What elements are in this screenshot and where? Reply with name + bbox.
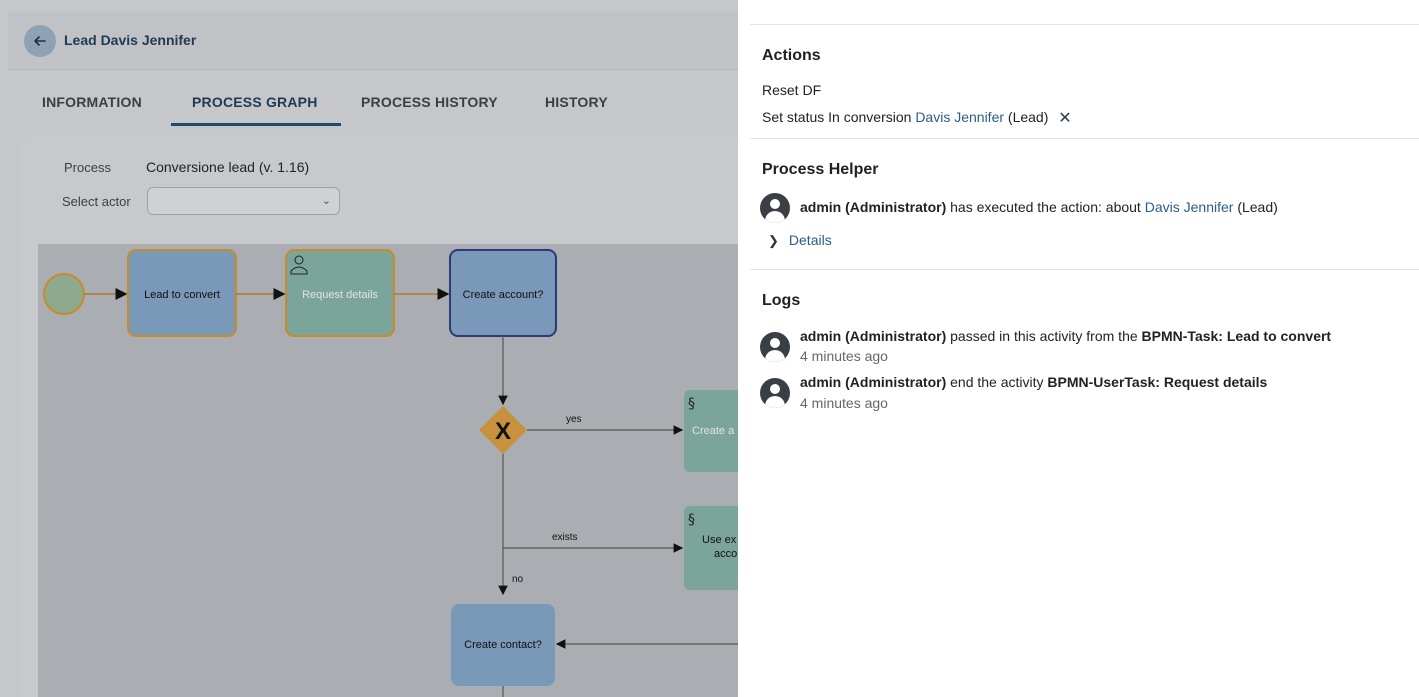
- log-target: BPMN-Task: Lead to convert: [1141, 328, 1332, 344]
- actions-title: Actions: [762, 47, 821, 64]
- details-toggle[interactable]: ❯ Details: [768, 232, 832, 249]
- tab-process-graph[interactable]: PROCESS GRAPH: [192, 74, 318, 126]
- tab-process-history[interactable]: PROCESS HISTORY: [361, 74, 498, 126]
- record-title: Lead Davis Jennifer: [64, 32, 197, 48]
- helper-lead-link[interactable]: Davis Jennifer: [1145, 199, 1234, 215]
- task-request-details-label: Request details: [302, 289, 378, 301]
- logs-title: Logs: [762, 292, 801, 309]
- edge-no-label: no: [512, 574, 524, 585]
- task-create-account-label: Create account?: [463, 289, 544, 301]
- set-status-text: Set status In conversion: [762, 109, 912, 125]
- script-task-icon: §: [688, 396, 695, 412]
- helper-suffix: (Lead): [1237, 199, 1278, 215]
- side-panel: Actions Reset DF Set status In conversio…: [738, 0, 1419, 697]
- close-icon[interactable]: ✕: [1058, 108, 1071, 128]
- edge-exists-label: exists: [552, 532, 578, 543]
- task-lead-to-convert-label: Lead to convert: [144, 289, 220, 301]
- lead-link[interactable]: Davis Jennifer: [915, 109, 1004, 125]
- script-task-icon: §: [688, 512, 695, 528]
- task-create-contact-label: Create contact?: [464, 639, 542, 651]
- helper-text: has executed the action: about: [950, 199, 1141, 215]
- set-status-suffix: (Lead): [1007, 109, 1049, 125]
- select-actor-label: Select actor: [62, 194, 131, 209]
- log-text: end the activity: [950, 374, 1044, 390]
- divider: [750, 24, 1419, 25]
- tab-bar: INFORMATION PROCESS GRAPH PROCESS HISTOR…: [8, 74, 738, 130]
- main-app-area: Lead Davis Jennifer INFORMATION PROCESS …: [0, 0, 738, 697]
- chevron-down-icon: ⌄: [321, 195, 331, 207]
- log-user: admin (Administrator): [800, 328, 947, 344]
- process-helper-title: Process Helper: [762, 161, 879, 178]
- details-label: Details: [788, 232, 832, 248]
- task-use-existing-label-1: Use ex: [702, 534, 737, 546]
- task-use-existing-label-2: acco: [714, 548, 737, 560]
- start-event[interactable]: [43, 273, 85, 315]
- chevron-right-icon: ❯: [768, 233, 779, 248]
- helper-message: admin (Administrator) has executed the a…: [800, 199, 1278, 215]
- log-target: BPMN-UserTask: Request details: [1047, 374, 1268, 390]
- log-timestamp: 4 minutes ago: [800, 348, 888, 364]
- process-label: Process: [64, 160, 111, 175]
- gateway-x-icon: X: [495, 418, 511, 445]
- action-set-status[interactable]: Set status In conversion Davis Jennifer …: [762, 108, 1072, 128]
- action-reset-df[interactable]: Reset DF: [762, 82, 821, 98]
- tab-history[interactable]: HISTORY: [545, 74, 608, 126]
- task-create-account-script-label: Create a: [692, 425, 735, 437]
- process-name: Conversione lead (v. 1.16): [146, 159, 310, 175]
- process-graph-canvas[interactable]: Lead to convert Request details Create a…: [38, 244, 738, 697]
- log-text: passed in this activity from the: [950, 328, 1138, 344]
- record-header: Lead Davis Jennifer: [8, 12, 738, 70]
- avatar: [760, 193, 790, 223]
- arrow-left-icon: [34, 36, 46, 46]
- divider: [750, 138, 1419, 139]
- edge-yes-label: yes: [566, 414, 582, 425]
- log-user: admin (Administrator): [800, 374, 947, 390]
- log-entry-2: admin (Administrator) end the activity B…: [800, 374, 1267, 390]
- back-button[interactable]: [24, 25, 56, 57]
- avatar: [760, 378, 790, 408]
- actor-select[interactable]: ⌄: [147, 187, 340, 215]
- avatar: [760, 332, 790, 362]
- log-timestamp: 4 minutes ago: [800, 395, 888, 411]
- log-entry-1: admin (Administrator) passed in this act…: [800, 328, 1331, 344]
- divider: [750, 269, 1419, 270]
- helper-user: admin (Administrator): [800, 199, 947, 215]
- tab-information[interactable]: INFORMATION: [42, 74, 142, 126]
- active-tab-indicator: [171, 123, 341, 126]
